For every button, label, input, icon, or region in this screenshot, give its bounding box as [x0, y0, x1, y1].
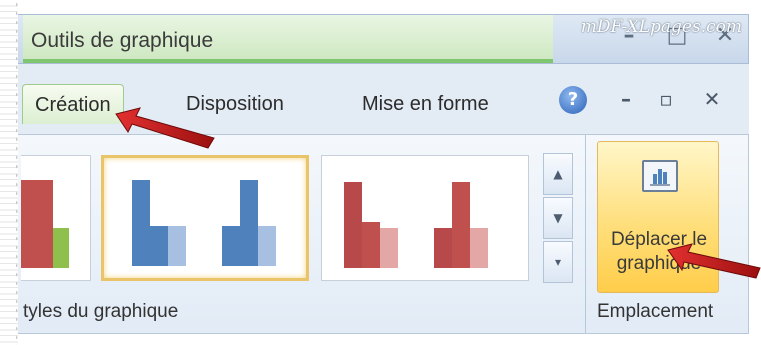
- ribbon-panel: ▲ ▼ ▾ tyles du graphique Déplacer le gra…: [14, 134, 749, 334]
- gallery-scroll-down-button[interactable]: ▼: [543, 197, 573, 239]
- context-title: Outils de graphique: [31, 29, 214, 52]
- torn-edge: [0, 0, 22, 345]
- gallery-more-button[interactable]: ▾: [543, 241, 573, 283]
- group-separator: [585, 135, 586, 333]
- location-group-label: Emplacement: [597, 301, 714, 322]
- tab-creation[interactable]: Création: [22, 84, 124, 124]
- help-icon[interactable]: ?: [559, 86, 587, 114]
- ribbon-restore-button[interactable]: ▫: [652, 84, 680, 114]
- red-arrow-move-chart-icon: [667, 243, 761, 279]
- ribbon-minimize-button[interactable]: –: [612, 84, 640, 114]
- tab-mise-en-forme[interactable]: Mise en forme: [350, 84, 501, 124]
- gallery-scroller: ▲ ▼ ▾: [543, 153, 573, 285]
- chart-style-thumb-partial[interactable]: [21, 155, 91, 281]
- gallery-scroll-up-button[interactable]: ▲: [543, 153, 573, 195]
- chart-styles-gallery: [21, 149, 541, 291]
- chart-style-thumb-red[interactable]: [321, 155, 529, 281]
- chart-style-thumb-blue[interactable]: [101, 155, 309, 281]
- chart-styles-group-label: tyles du graphique: [23, 301, 179, 322]
- red-arrow-tab-icon: [115, 107, 215, 149]
- ribbon-close-button[interactable]: ✕: [698, 84, 726, 114]
- excel-ribbon-screenshot: Outils de graphique – □ ✕ mDF-XLpages.co…: [0, 0, 761, 345]
- title-bar: Outils de graphique – □ ✕ mDF-XLpages.co…: [14, 14, 749, 64]
- context-tools-header: Outils de graphique: [23, 15, 553, 63]
- watermark: mDF-XLpages.com: [580, 17, 742, 37]
- move-chart-icon: [642, 160, 678, 192]
